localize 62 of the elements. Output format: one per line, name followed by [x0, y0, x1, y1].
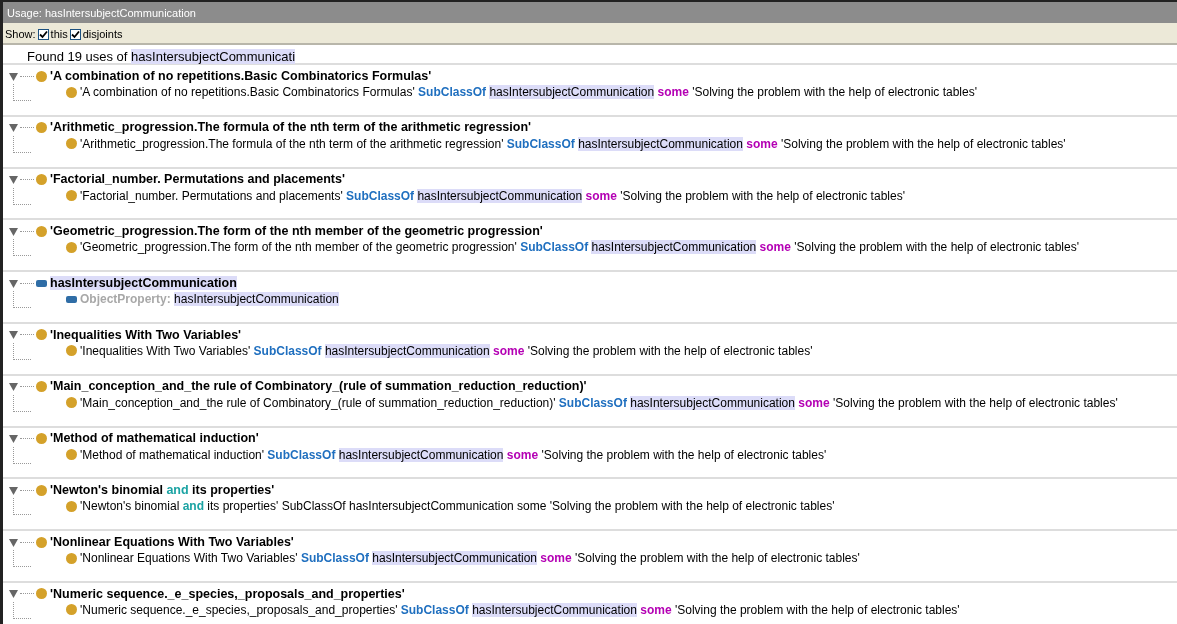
- axiom-text: 'Inequalities With Two Variables' SubClassOf hasIntersubjectCommunication some 'Solving the problem with the help of electronic tables': [80, 342, 813, 360]
- class-icon: [36, 174, 47, 186]
- class-icon: [66, 190, 77, 202]
- axiom-text: 'Geometric_progression.The form of the nth member of the geometric progression' SubClassOf hasIntersubjectCommunication some 'Solving the problem with the help of electronic tables': [80, 239, 1079, 257]
- property-icon: [36, 279, 47, 287]
- checkbox[interactable]: [37, 29, 49, 40]
- class-icon: [66, 345, 77, 357]
- class-icon: [66, 604, 77, 616]
- entity-title: 'A combination of no repetitions.Basic Combinatorics Formulas': [50, 67, 432, 85]
- class-icon: [36, 536, 47, 548]
- collapse-arrow-icon[interactable]: [9, 382, 18, 392]
- collapse-arrow-icon[interactable]: [9, 434, 18, 444]
- collapse-arrow-icon[interactable]: [9, 123, 18, 133]
- class-icon: [66, 138, 77, 150]
- property-icon: [66, 295, 77, 303]
- entity-title: 'Method of mathematical induction': [50, 430, 259, 448]
- entity-title: 'Nonlinear Equations With Two Variables': [50, 533, 294, 551]
- entity-title: 'Geometric_progression.The form of the nth member of the geometric progression': [50, 223, 543, 240]
- entity-title: 'Main_conception_and_the rule of Combinatory_(rule of summation_reduction_reduction)': [50, 378, 587, 396]
- class-icon: [66, 552, 77, 564]
- collapse-arrow-icon[interactable]: [9, 226, 18, 236]
- axiom-text: 'A combination of no repetitions.Basic Combinatorics Formulas' SubClassOf hasIntersubjectCommunication some 'Solving the problem with the help of electronic tables': [80, 84, 977, 101]
- checkbox-label: disjoints: [82, 27, 123, 43]
- entity-title: 'Newton's binomial and its properties': [50, 482, 275, 499]
- axiom-text: 'Factorial_number. Permutations and placements' SubClassOf hasIntersubjectCommunication some 'Solving the problem with the help of electronic tables': [80, 187, 905, 205]
- class-icon: [36, 588, 47, 600]
- class-icon: [36, 484, 47, 496]
- axiom-text: 'Nonlinear Equations With Two Variables' SubClassOf hasIntersubjectCommunication some 'Solving the problem with the help of electronic tables': [80, 550, 860, 568]
- class-icon: [66, 449, 77, 461]
- panel-title: Usage: hasIntersubjectCommunication: [3, 2, 1177, 23]
- collapse-arrow-icon[interactable]: [9, 537, 18, 547]
- checkbox[interactable]: [69, 29, 81, 40]
- axiom-text: 'Arithmetic_progression.The formula of the nth term of the arithmetic regression' SubClassOf hasIntersubjectCommunication some 'Solving the problem with the help of electronic tables': [80, 135, 1066, 153]
- collapse-arrow-icon[interactable]: [9, 330, 18, 340]
- axiom-text: 'Newton's binomial and its properties' SubClassOf hasIntersubjectCommunication some 'Solving the problem with the help of electronic tables': [80, 498, 835, 516]
- found-summary: Found 19 uses of hasIntersubjectCommunicati: [3, 45, 1177, 65]
- entity-title: 'Numeric sequence._e_species,_proposals_and_properties': [50, 585, 405, 603]
- class-icon: [66, 241, 77, 253]
- class-icon: [36, 122, 47, 134]
- class-icon: [36, 433, 47, 445]
- class-icon: [36, 225, 47, 237]
- checkbox-label: this: [50, 27, 68, 43]
- axiom-text: ObjectProperty: hasIntersubjectCommunication: [80, 291, 339, 309]
- class-icon: [36, 381, 47, 393]
- collapse-arrow-icon[interactable]: [9, 589, 18, 599]
- show-label: Show:: [5, 27, 36, 43]
- class-icon: [36, 70, 47, 82]
- collapse-arrow-icon[interactable]: [9, 278, 18, 288]
- collapse-arrow-icon[interactable]: [9, 175, 18, 185]
- axiom-text: 'Main_conception_and_the rule of Combinatory_(rule of summation_reduction_reduction)' SubClassOf hasIntersubjectCommunication some 'Solving the problem with the help of electronic tables': [80, 394, 1118, 412]
- collapse-arrow-icon[interactable]: [9, 485, 18, 495]
- entity-title: 'Inequalities With Two Variables': [50, 326, 242, 344]
- axiom-text: 'Numeric sequence._e_species,_proposals_and_properties' SubClassOf hasIntersubjectCommunication some 'Solving the problem with the help of electronic tables': [80, 601, 960, 619]
- class-icon: [66, 500, 77, 512]
- class-icon: [66, 86, 77, 98]
- collapse-arrow-icon[interactable]: [9, 71, 18, 81]
- entity-title: 'Arithmetic_progression.The formula of the nth term of the arithmetic regression': [50, 119, 532, 137]
- entity-title: 'Factorial_number. Permutations and placements': [50, 171, 345, 189]
- class-icon: [66, 397, 77, 409]
- entity-title: hasIntersubjectCommunication: [50, 274, 237, 292]
- class-icon: [36, 329, 47, 341]
- axiom-text: 'Method of mathematical induction' SubClassOf hasIntersubjectCommunication some 'Solving the problem with the help of electronic tables': [80, 446, 827, 464]
